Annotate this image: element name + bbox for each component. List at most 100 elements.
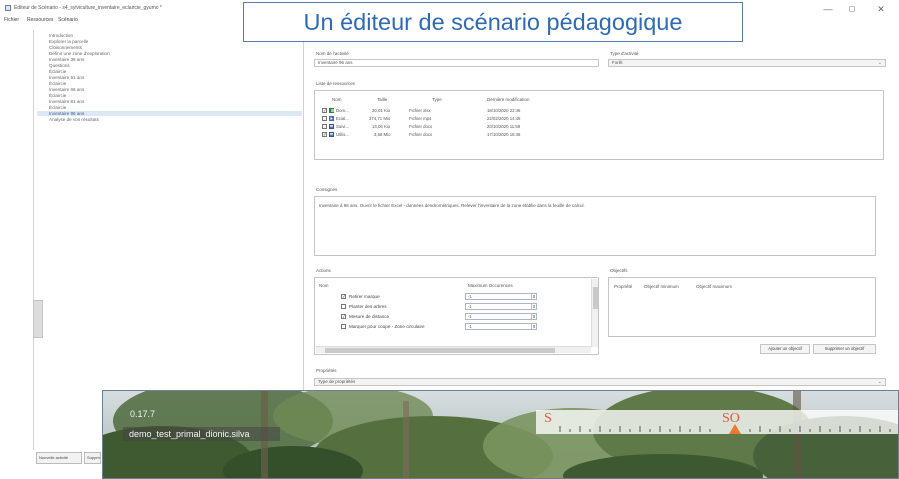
activity-item[interactable]: Inventaire 51 ans xyxy=(49,75,84,80)
resource-type: Fichier xlsx xyxy=(409,108,431,113)
new-activity-button[interactable]: Nouvelle activité xyxy=(36,452,82,464)
max-occurrences-value: -1 xyxy=(468,294,472,299)
resource-size: 3,58 Mio xyxy=(374,132,391,137)
max-occurrences-value: -1 xyxy=(468,314,472,319)
resource-date: 20/10/2020 11:59 xyxy=(487,124,521,129)
username-text: demo_test_primal_dionic.silva xyxy=(129,429,250,439)
activity-item[interactable]: Éclaircie xyxy=(49,81,66,86)
stepper-arrows-icon[interactable]: ⬍ xyxy=(531,324,536,329)
compass-south-label: S xyxy=(544,411,552,426)
version-label: 0.17.7 xyxy=(130,409,156,419)
action-checkbox[interactable] xyxy=(341,324,346,329)
scroll-thumb[interactable] xyxy=(325,348,555,353)
max-occurrences-stepper[interactable]: -1 ⬍ xyxy=(465,303,537,310)
max-occurrences-stepper[interactable]: -1 ⬍ xyxy=(465,313,537,320)
resource-type: Fichier docx xyxy=(409,124,433,129)
delete-activity-button[interactable]: Supprimer xyxy=(84,452,101,464)
resource-checkbox[interactable]: ✓ xyxy=(322,108,327,113)
col-header-size: Taille xyxy=(377,97,388,102)
stepper-arrows-icon[interactable]: ⬍ xyxy=(531,294,536,299)
username-label: demo_test_primal_dionic.silva xyxy=(123,427,280,441)
resource-type: Fichier mp4 xyxy=(409,116,432,121)
activity-type-select[interactable]: Forêt ⌄ xyxy=(608,59,886,67)
action-name: Retirer marque xyxy=(349,294,380,299)
consignes-label: Consignes xyxy=(316,187,338,192)
simulation-preview[interactable]: 0.17.7 demo_test_primal_dionic.silva S S… xyxy=(102,390,899,479)
stepper-arrows-icon[interactable]: ⬍ xyxy=(531,304,536,309)
activity-item[interactable]: Explorer la parcelle xyxy=(49,39,88,44)
app-icon xyxy=(5,5,11,11)
activity-item[interactable]: Questions xyxy=(49,63,70,68)
activity-item-selected[interactable]: Inventaire 96 ans xyxy=(37,111,302,117)
maximize-button[interactable]: ◻ xyxy=(843,3,861,15)
activity-item[interactable]: Inventaire 38 ans xyxy=(49,57,84,62)
actions-table: Nom Maximum Occurences ✓ Retirer marque … xyxy=(314,277,599,355)
activity-item[interactable]: Éclaircie xyxy=(49,93,66,98)
tree-scroll-handle[interactable] xyxy=(33,300,43,338)
activity-item[interactable]: Éclaircie xyxy=(49,69,66,74)
activity-item[interactable]: Cloisonnements xyxy=(49,45,82,50)
action-name: Planter des arbres xyxy=(349,304,387,309)
properties-type-value: Type de propriétés xyxy=(318,379,356,384)
col-header-property: Propriété xyxy=(614,284,633,289)
actions-label: Actions xyxy=(316,268,331,273)
activity-name-value: Inventaire 96 ans xyxy=(318,60,353,65)
activity-type-value: Forêt xyxy=(612,60,623,65)
activity-item[interactable]: Définir une zone d'exploration xyxy=(49,51,110,56)
compass-needle-icon xyxy=(729,424,741,434)
resource-checkbox[interactable] xyxy=(322,124,327,129)
banner-title: Un éditeur de scénario pédagogique xyxy=(303,9,683,35)
max-occurrences-value: -1 xyxy=(468,304,472,309)
action-checkbox[interactable] xyxy=(341,304,346,309)
scroll-thumb[interactable] xyxy=(593,287,598,309)
menu-fichier[interactable]: Fichier xyxy=(4,17,19,23)
consignes-textarea[interactable]: Inventaire à 96 ans. Ouvrir le fichier E… xyxy=(314,196,876,256)
add-objective-button[interactable]: Ajouter un objectif xyxy=(760,344,810,354)
menu-scenario[interactable]: Scénario xyxy=(58,17,78,23)
activity-item[interactable]: Éclaircie xyxy=(49,105,66,110)
action-name: Mesure de distance xyxy=(349,314,390,319)
activity-name-field[interactable]: Inventaire 96 ans xyxy=(314,59,599,67)
resources-label: Liste de ressources xyxy=(316,81,356,86)
menu-bar: Fichier Ressources Scénario xyxy=(0,16,240,26)
activity-item[interactable]: Analyse de vos résultats xyxy=(49,117,99,122)
actions-vertical-scrollbar[interactable] xyxy=(591,279,598,347)
resource-checkbox[interactable] xyxy=(322,116,327,121)
chevron-down-icon: ⌄ xyxy=(877,60,882,66)
resource-type: Fichier docx xyxy=(409,132,433,137)
activity-type-label: Type d'activité xyxy=(610,51,639,56)
resource-name: Ecial... xyxy=(336,116,349,121)
stepper-arrows-icon[interactable]: ⬍ xyxy=(531,314,536,319)
objectifs-table: Propriété Objectif minimum Objectif maxi… xyxy=(608,277,876,337)
col-header-objective-max: Objectif maximum xyxy=(696,284,733,289)
consignes-text: Inventaire à 96 ans. Ouvrir le fichier E… xyxy=(319,203,585,208)
col-header-name: Nom xyxy=(332,97,342,102)
actions-horizontal-scrollbar[interactable] xyxy=(316,346,591,353)
resource-date: 22/02/2020 14:49 xyxy=(487,116,521,121)
action-checkbox[interactable]: ✓ xyxy=(341,294,346,299)
remove-objective-button[interactable]: Supprimer un objectif xyxy=(813,344,876,354)
resource-checkbox[interactable]: ✓ xyxy=(322,132,327,137)
resource-name: Utilis... xyxy=(336,132,349,137)
activity-item[interactable]: Inventaire 66 ans xyxy=(49,87,84,92)
col-header-action-name: Nom xyxy=(319,283,329,288)
objectifs-label: Objectifs xyxy=(610,268,628,273)
col-header-type: Type xyxy=(432,97,442,102)
col-header-modified: Dernière modification xyxy=(487,97,530,102)
close-button[interactable]: ✕ xyxy=(872,3,890,15)
properties-label: Propriétés xyxy=(316,368,337,373)
activity-list: Introduction Explorer la parcelle Cloiso… xyxy=(33,30,304,450)
properties-type-select[interactable]: Type de propriétés ⌄ xyxy=(314,378,886,386)
excel-file-icon xyxy=(329,108,334,113)
resource-name: Suivi... xyxy=(336,124,349,129)
activity-item[interactable]: Introduction xyxy=(49,33,73,38)
window-title: Éditeur de Scénario - s4_sylviculture_in… xyxy=(14,5,162,11)
activity-item[interactable]: Inventaire 81 ans xyxy=(49,99,84,104)
menu-ressources[interactable]: Ressources xyxy=(27,17,53,23)
max-occurrences-stepper[interactable]: -1 ⬍ xyxy=(465,323,537,330)
minimize-button[interactable]: — xyxy=(819,3,837,15)
max-occurrences-stepper[interactable]: -1 ⬍ xyxy=(465,293,537,300)
resource-date: 17/10/2020 18:46 xyxy=(487,132,521,137)
action-checkbox[interactable]: ✓ xyxy=(341,314,346,319)
compass-bar: S SO xyxy=(536,410,898,434)
